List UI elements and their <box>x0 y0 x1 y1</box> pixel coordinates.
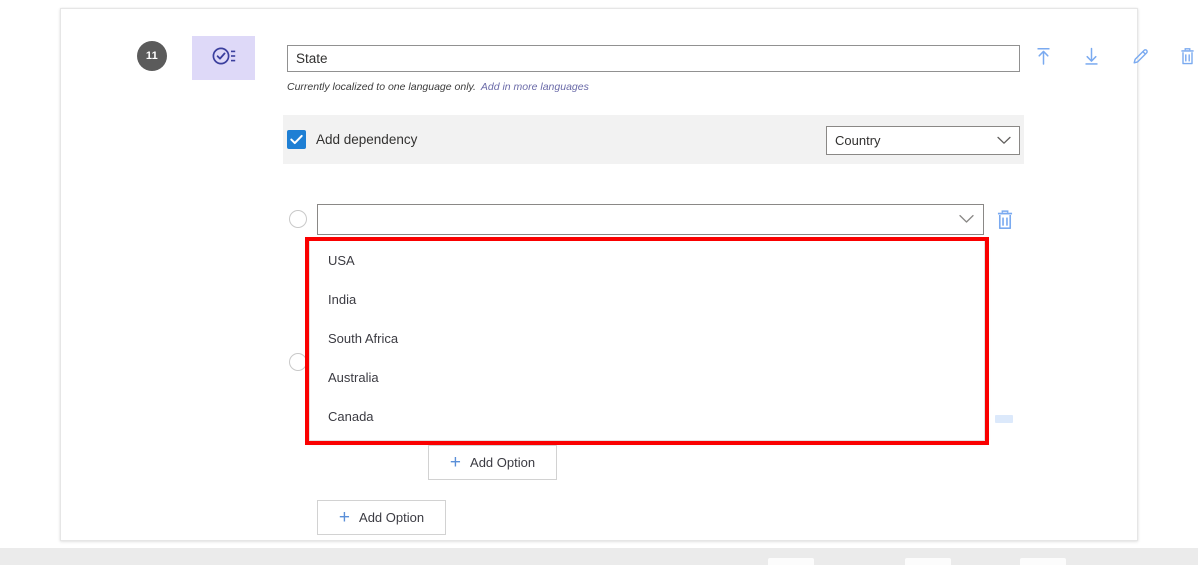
dropdown-option[interactable]: South Africa <box>310 319 984 358</box>
question-title-input[interactable]: State <box>287 45 1020 72</box>
screenshot-root: 11 State Currently localized to one lang… <box>0 0 1198 565</box>
dependency-question-select[interactable]: Country <box>826 126 1020 155</box>
option-radio-2[interactable] <box>289 353 307 371</box>
question-index-badge: 11 <box>137 41 167 71</box>
add-option-button-inner[interactable]: + Add Option <box>428 445 557 480</box>
move-to-top-button[interactable] <box>1029 45 1057 73</box>
dependency-question-value: Country <box>835 133 881 148</box>
move-to-top-icon <box>1035 47 1052 71</box>
add-dependency-checkbox[interactable] <box>287 130 306 149</box>
delete-trash-icon <box>1179 47 1196 71</box>
dropdown-option[interactable]: Australia <box>310 358 984 397</box>
delete-option-button-1[interactable] <box>995 209 1015 231</box>
chevron-down-icon <box>959 212 974 227</box>
question-title-value: State <box>296 51 328 66</box>
move-to-bottom-button[interactable] <box>1077 45 1105 73</box>
chevron-down-icon <box>997 133 1011 148</box>
add-option-inner-label: Add Option <box>470 455 536 470</box>
checkmark-icon <box>290 134 303 145</box>
question-card: 11 State Currently localized to one lang… <box>60 8 1194 541</box>
dropdown-option[interactable]: India <box>310 280 984 319</box>
dropdown-option[interactable]: USA <box>310 241 984 280</box>
question-row-toolbar <box>1029 45 1194 73</box>
option-radio-1[interactable] <box>289 210 307 228</box>
checklist-circle-icon <box>212 46 236 71</box>
footer-ghost-button[interactable] <box>905 558 951 565</box>
footer-ghost-button[interactable] <box>768 558 814 565</box>
delete-option-button-2[interactable] <box>995 415 1013 423</box>
dropdown-option[interactable]: Canada <box>310 397 984 436</box>
add-option-outer-label: Add Option <box>359 510 425 525</box>
move-to-bottom-icon <box>1083 47 1100 71</box>
plus-icon: + <box>338 507 351 528</box>
option-dropdown-list: USA India South Africa Australia Canada <box>309 240 985 441</box>
delete-question-button[interactable] <box>1173 45 1198 73</box>
option-value-combobox-1[interactable] <box>317 204 984 235</box>
localization-note-text: Currently localized to one language only… <box>287 81 476 93</box>
localization-note: Currently localized to one language only… <box>287 81 589 93</box>
plus-icon: + <box>449 452 462 473</box>
page-footer-strip <box>0 548 1198 565</box>
add-option-button-outer[interactable]: + Add Option <box>317 500 446 535</box>
add-dependency-label: Add dependency <box>316 132 418 147</box>
edit-button[interactable] <box>1126 45 1154 73</box>
edit-pencil-icon <box>1131 47 1150 71</box>
add-languages-link[interactable]: Add in more languages <box>481 81 589 93</box>
question-type-tile[interactable] <box>192 36 255 80</box>
delete-trash-icon <box>997 210 1013 230</box>
footer-ghost-button[interactable] <box>1020 558 1066 565</box>
